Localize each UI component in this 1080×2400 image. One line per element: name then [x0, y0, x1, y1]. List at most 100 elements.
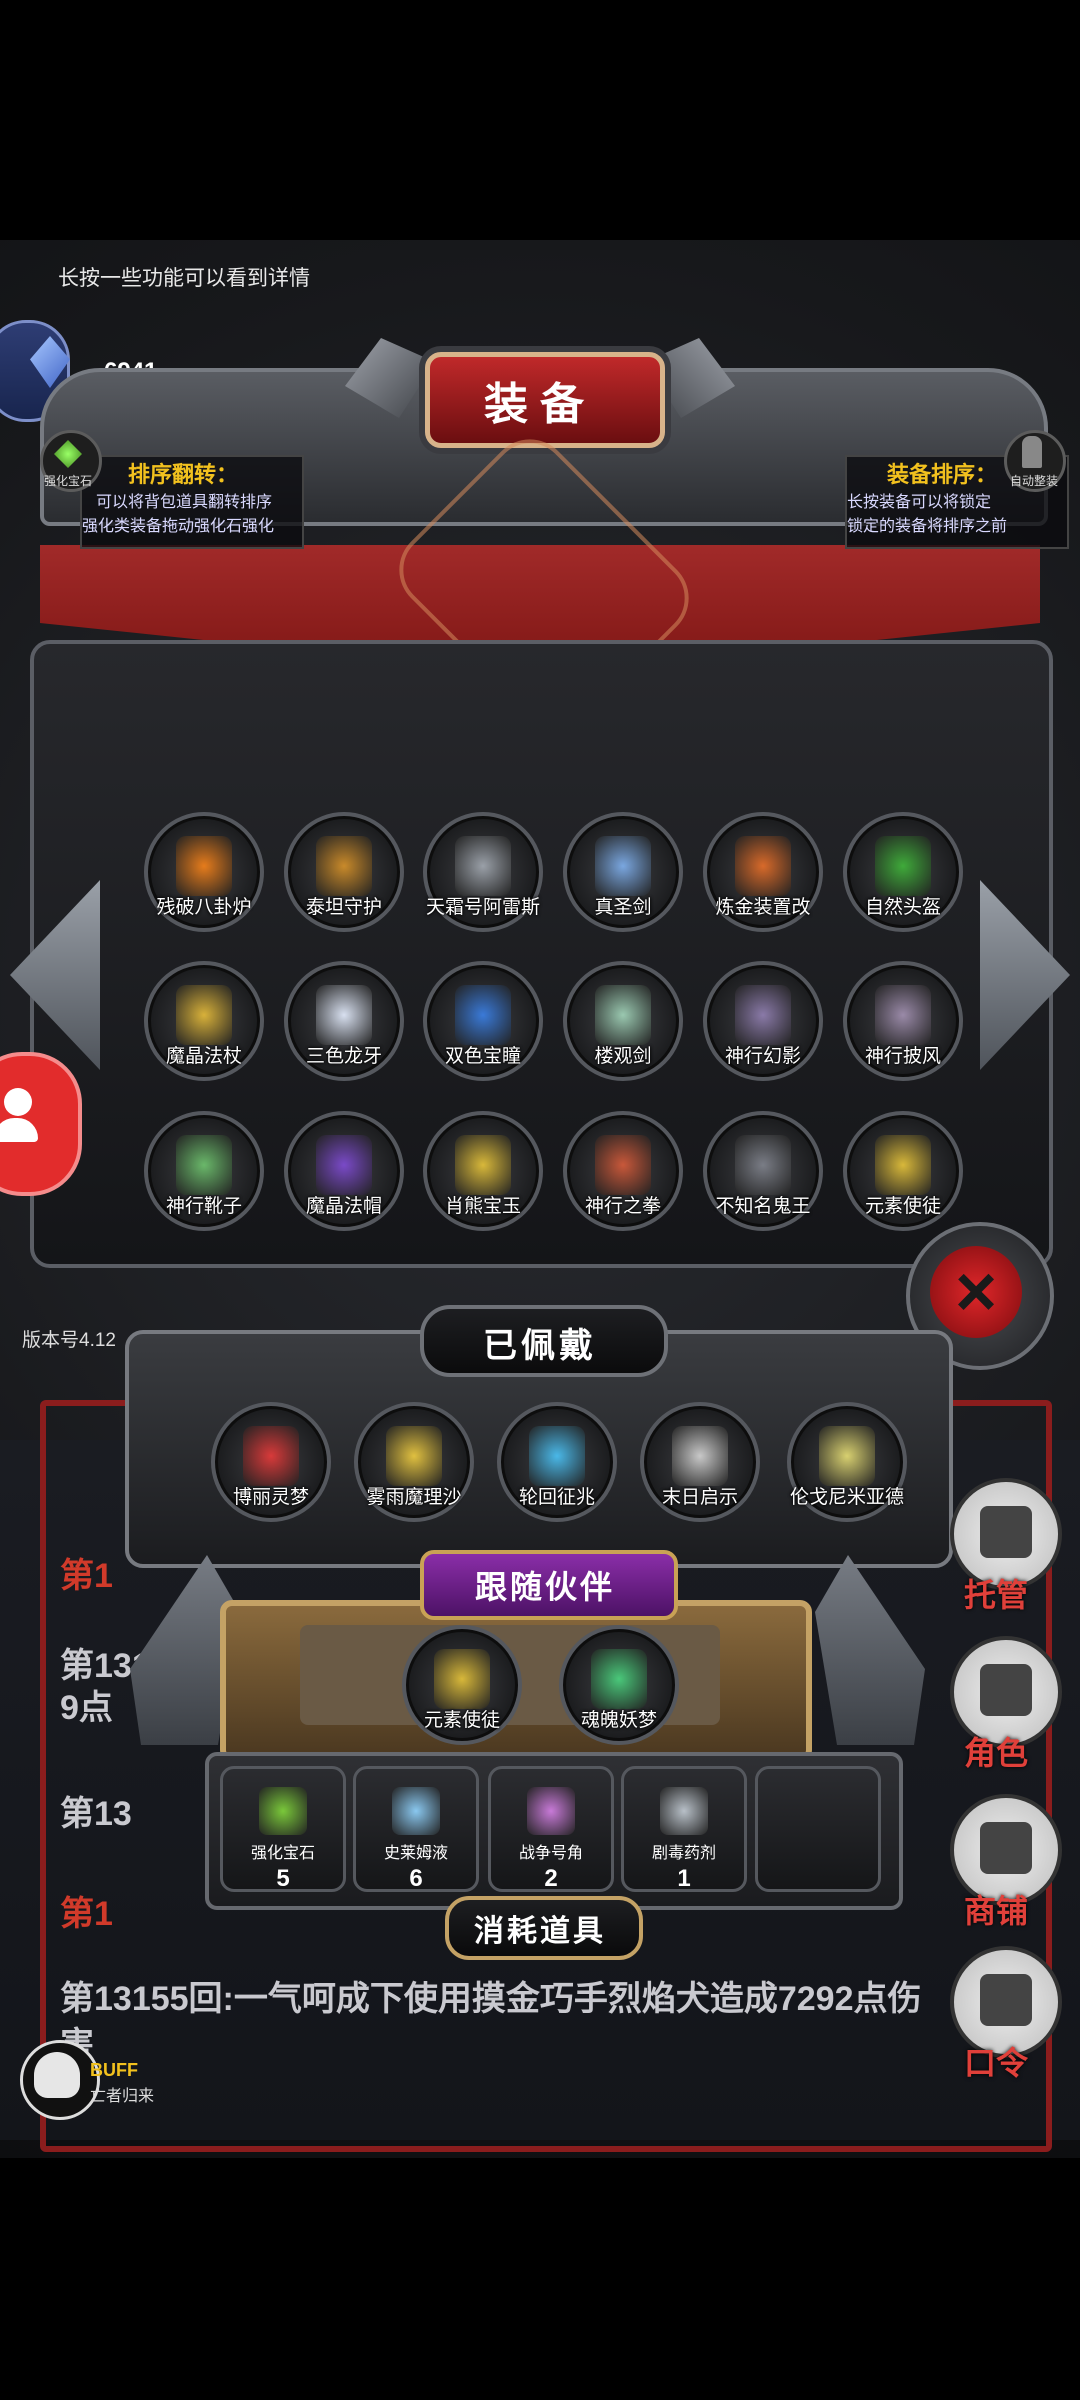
- inventory-item[interactable]: 泰坦守护: [284, 812, 404, 932]
- armor-icon: [1022, 436, 1042, 468]
- inventory-item-icon: [176, 1135, 232, 1195]
- inventory-item-label: 神行幻影: [724, 1046, 801, 1067]
- inventory-item[interactable]: 楼观剑: [563, 961, 683, 1081]
- page-title: 装备: [484, 380, 596, 429]
- equipped-item-label: 雾雨魔理沙: [366, 1487, 462, 1508]
- inventory-item[interactable]: 元素使徒: [843, 1111, 963, 1231]
- companion-item[interactable]: 魂魄妖梦: [559, 1625, 679, 1745]
- inventory-item-label: 魔晶法杖: [165, 1046, 242, 1067]
- inventory-item[interactable]: 神行之拳: [563, 1111, 683, 1231]
- equip-sort-line-2: 锁定的装备将排序之前: [847, 518, 1008, 535]
- consumable-label: 战争号角: [518, 1845, 583, 1862]
- equipped-item-icon: [672, 1426, 728, 1486]
- buff-subtitle: 亡者归来: [90, 2088, 155, 2105]
- log-line: 第1: [60, 1895, 113, 1933]
- inventory-item[interactable]: 神行靴子: [144, 1111, 264, 1231]
- consumable-icon: [392, 1787, 440, 1835]
- inventory-item[interactable]: 天霜号阿雷斯: [423, 812, 543, 932]
- inventory-item-icon: [316, 836, 372, 896]
- companion-item-label: 元素使徒: [423, 1710, 500, 1731]
- dice-icon: [980, 1506, 1032, 1558]
- inventory-item[interactable]: 三色龙牙: [284, 961, 404, 1081]
- equipped-item[interactable]: 雾雨魔理沙: [354, 1402, 474, 1522]
- log-line: 第13: [60, 1795, 132, 1833]
- log-line: 9点: [60, 1689, 113, 1727]
- inventory-item-label: 三色龙牙: [305, 1046, 382, 1067]
- inventory-item-icon: [176, 836, 232, 896]
- consumable-label: 剧毒药剂: [651, 1845, 716, 1862]
- inventory-item-label: 肖熊宝玉: [444, 1196, 521, 1217]
- inventory-item-label: 真圣剑: [594, 897, 652, 918]
- inventory-item-icon: [735, 985, 791, 1045]
- consumable-item[interactable]: 剧毒药剂 1: [621, 1766, 747, 1892]
- empty-consumable-slot[interactable]: [755, 1766, 881, 1892]
- inventory-item-label: 双色宝瞳: [444, 1046, 521, 1067]
- inventory-item-icon: [595, 985, 651, 1045]
- consumable-label: 史莱姆液: [383, 1845, 448, 1862]
- inventory-item-icon: [455, 1135, 511, 1195]
- equipped-item-icon: [819, 1426, 875, 1486]
- inventory-item[interactable]: 真圣剑: [563, 812, 683, 932]
- inventory-item-icon: [455, 985, 511, 1045]
- inventory-item[interactable]: 不知名鬼王: [703, 1111, 823, 1231]
- inventory-item-icon: [735, 836, 791, 896]
- companion-item-icon: [591, 1649, 647, 1709]
- inventory-item[interactable]: 魔晶法帽: [284, 1111, 404, 1231]
- consumable-item[interactable]: 强化宝石 5: [220, 1766, 346, 1892]
- inventory-item-icon: [455, 836, 511, 896]
- companion-item[interactable]: 元素使徒: [402, 1625, 522, 1745]
- inventory-item[interactable]: 魔晶法杖: [144, 961, 264, 1081]
- sort-flip-tip: 排序翻转： 可以将背包道具翻转排序 强化类装备拖动强化石强化: [80, 455, 304, 549]
- close-icon[interactable]: ×: [930, 1246, 1022, 1338]
- inventory-item-label: 元素使徒: [864, 1196, 941, 1217]
- inventory-item[interactable]: 自然头盔: [843, 812, 963, 932]
- inventory-item[interactable]: 神行幻影: [703, 961, 823, 1081]
- hooded-figure-icon: [980, 1664, 1032, 1716]
- equipped-title: 已佩戴: [483, 1327, 597, 1365]
- side-button-label: 商铺: [963, 1893, 1028, 1929]
- log-line-main: 第13155回:一气呵成下使用摸金巧手烈焰犬造成7292点伤害: [60, 1980, 922, 2064]
- inventory-item-icon: [316, 1135, 372, 1195]
- hint-text: 长按一些功能可以看到详情: [58, 267, 310, 290]
- consumable-item[interactable]: 史莱姆液 6: [353, 1766, 479, 1892]
- equipped-item[interactable]: 伦戈尼米亚德: [787, 1402, 907, 1522]
- inventory-item-label: 残破八卦炉: [156, 897, 252, 918]
- equipped-item-icon: [243, 1426, 299, 1486]
- buff-title: BUFF: [90, 2060, 138, 2080]
- inventory-item-icon: [735, 1135, 791, 1195]
- consumable-count: 5: [276, 1865, 290, 1892]
- consumable-item[interactable]: 战争号角 2: [488, 1766, 614, 1892]
- inventory-item[interactable]: 神行披风: [843, 961, 963, 1081]
- inventory-item[interactable]: 炼金装置改: [703, 812, 823, 932]
- inventory-item-label: 神行靴子: [165, 1196, 242, 1217]
- scroll-icon: [980, 1974, 1032, 2026]
- auto-sort-label: 自动整装: [1010, 474, 1059, 488]
- inventory-item-label: 泰坦守护: [305, 897, 382, 918]
- side-button-label: 口令: [963, 2045, 1028, 2081]
- equipped-item-icon: [529, 1426, 585, 1486]
- equipped-item[interactable]: 轮回征兆: [497, 1402, 617, 1522]
- equipped-item[interactable]: 博丽灵梦: [211, 1402, 331, 1522]
- inventory-item-label: 自然头盔: [864, 897, 941, 918]
- inventory-item[interactable]: 肖熊宝玉: [423, 1111, 543, 1231]
- inventory-item-icon: [875, 836, 931, 896]
- person-icon: [4, 1088, 32, 1116]
- inventory-item[interactable]: 残破八卦炉: [144, 812, 264, 932]
- consumable-icon: [660, 1787, 708, 1835]
- inventory-item-label: 不知名鬼王: [715, 1196, 811, 1217]
- consumable-icon: [259, 1787, 307, 1835]
- side-button-label: 角色: [963, 1735, 1028, 1771]
- inventory-item-label: 天霜号阿雷斯: [425, 897, 540, 918]
- inventory-item-label: 楼观剑: [594, 1046, 652, 1067]
- inventory-item-icon: [875, 985, 931, 1045]
- equipped-item-label: 末日启示: [661, 1487, 738, 1508]
- inventory-item[interactable]: 双色宝瞳: [423, 961, 543, 1081]
- equipped-item-label: 博丽灵梦: [232, 1487, 309, 1508]
- sort-flip-line-2: 强化类装备拖动强化石强化: [82, 518, 275, 535]
- equipped-item[interactable]: 末日启示: [640, 1402, 760, 1522]
- inventory-item-label: 神行之拳: [584, 1196, 661, 1217]
- companion-item-icon: [434, 1649, 490, 1709]
- inventory-item-icon: [595, 1135, 651, 1195]
- inventory-item-label: 神行披风: [864, 1046, 941, 1067]
- consumable-icon: [527, 1787, 575, 1835]
